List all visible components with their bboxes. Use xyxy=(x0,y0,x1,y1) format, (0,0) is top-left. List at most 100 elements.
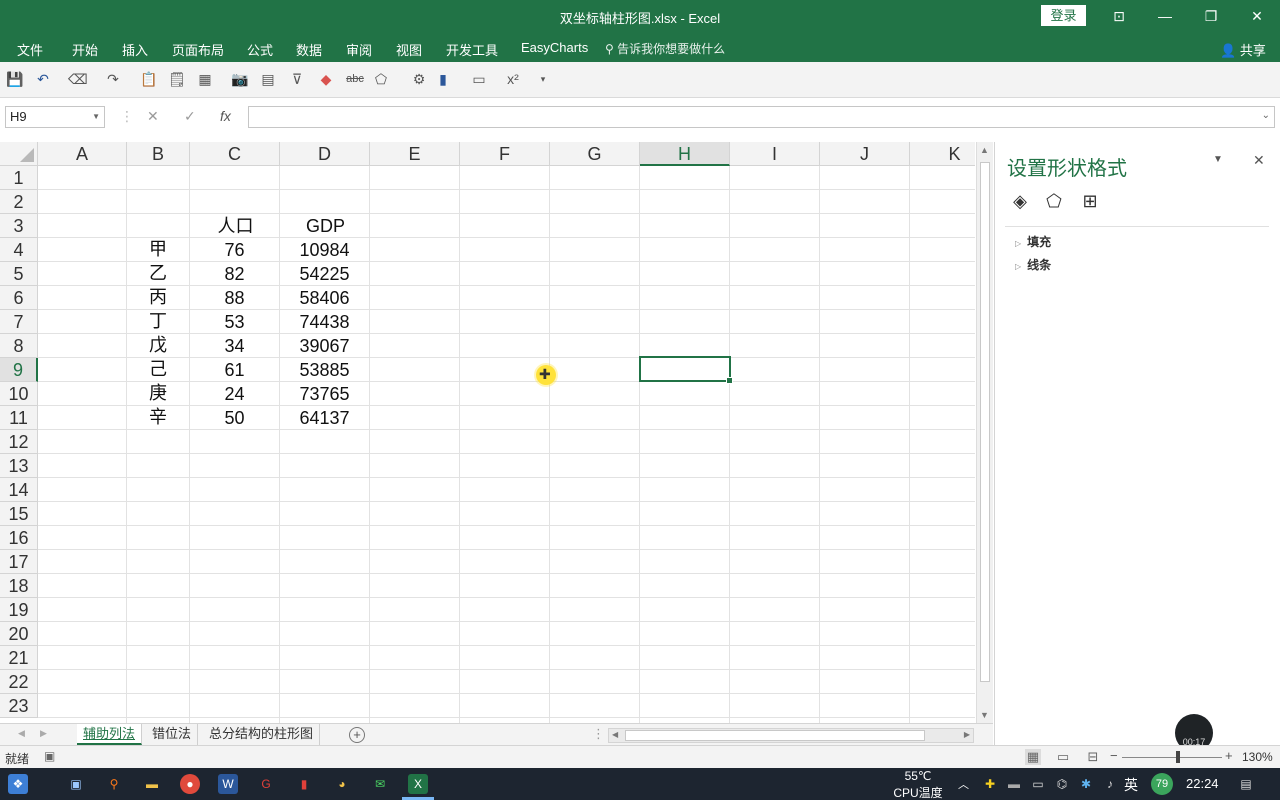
column-header-g[interactable]: G xyxy=(550,142,640,166)
settings-icon[interactable]: ⚙ xyxy=(410,70,428,88)
row-header-3[interactable]: 3 xyxy=(0,214,38,238)
cell-c6[interactable]: 88 xyxy=(190,286,279,310)
cell-d7[interactable]: 74438 xyxy=(280,310,369,334)
table-icon[interactable]: ▦ xyxy=(196,70,214,88)
cell-d4[interactable]: 10984 xyxy=(280,238,369,262)
cancel-icon[interactable]: ✕ xyxy=(147,108,159,125)
row-header-12[interactable]: 12 xyxy=(0,430,38,454)
paste-values-icon[interactable]: 🗒 xyxy=(168,70,186,88)
column-header-e[interactable]: E xyxy=(370,142,460,166)
worksheet-grid[interactable]: ABCDEFGHIJK 1 2 3 4 5 6 7 8 9 10 11 12 13 14 15 16 17 18 1… xyxy=(0,142,975,723)
row-header-1[interactable]: 1 xyxy=(0,166,38,190)
login-button[interactable]: 登录 xyxy=(1041,5,1086,26)
column-header-b[interactable]: B xyxy=(127,142,190,166)
minimize-icon[interactable]: — xyxy=(1142,0,1188,32)
row-header-4[interactable]: 4 xyxy=(0,238,38,262)
row-header-9[interactable]: 9 xyxy=(0,358,38,382)
cell-b9[interactable]: 己 xyxy=(127,358,189,382)
scroll-thumb[interactable] xyxy=(980,162,990,682)
network-icon[interactable]: ⌬ xyxy=(1052,774,1072,794)
effects-icon[interactable]: ⬠ xyxy=(1043,190,1065,212)
row-header-14[interactable]: 14 xyxy=(0,478,38,502)
column-header-j[interactable]: J xyxy=(820,142,910,166)
save-icon[interactable]: 💾 xyxy=(6,70,24,88)
row-header-20[interactable]: 20 xyxy=(0,622,38,646)
add-sheet-button[interactable]: + xyxy=(349,727,365,743)
zoom-slider-knob[interactable] xyxy=(1176,751,1180,763)
scroll-down-icon[interactable]: ▼ xyxy=(980,710,989,720)
tray-device-icon[interactable]: ▬ xyxy=(1004,774,1024,794)
cell-c8[interactable]: 34 xyxy=(190,334,279,358)
start-icon[interactable]: ❖ xyxy=(8,774,28,794)
zoom-slider[interactable] xyxy=(1122,757,1222,758)
row-header-16[interactable]: 16 xyxy=(0,526,38,550)
cell-b6[interactable]: 丙 xyxy=(127,286,189,310)
column-header-f[interactable]: F xyxy=(460,142,550,166)
panel-close-icon[interactable]: ✕ xyxy=(1253,152,1265,169)
insert-function-icon[interactable]: fx xyxy=(220,108,231,124)
cell-b5[interactable]: 乙 xyxy=(127,262,189,286)
chart-icon[interactable]: ▮ xyxy=(434,70,452,88)
cell-d5[interactable]: 54225 xyxy=(280,262,369,286)
section-fill[interactable]: ▷ 填充 xyxy=(1015,233,1051,250)
sheet-tab-2[interactable]: 错位法 xyxy=(146,724,199,745)
tray-expand-icon[interactable]: ︿ xyxy=(958,776,969,792)
scroll-right-icon[interactable]: ▶ xyxy=(964,730,970,739)
row-header-23[interactable]: 23 xyxy=(0,694,38,718)
camera-icon[interactable]: 📷 xyxy=(231,70,249,88)
security-badge[interactable]: 79 xyxy=(1151,773,1173,795)
eraser-icon[interactable]: ◆ xyxy=(317,70,335,88)
bluetooth-icon[interactable]: ✱ xyxy=(1076,774,1096,794)
form-icon[interactable]: ▤ xyxy=(259,70,277,88)
cell-d10[interactable]: 73765 xyxy=(280,382,369,406)
row-header-11[interactable]: 11 xyxy=(0,406,38,430)
paste-icon[interactable]: 📋 xyxy=(140,70,158,88)
cell-c9[interactable]: 61 xyxy=(190,358,279,382)
next-sheet-icon[interactable]: ▶ xyxy=(40,728,47,739)
cell-d3[interactable]: GDP xyxy=(281,214,370,238)
page-break-view-icon[interactable]: ⊟ xyxy=(1085,749,1101,765)
volume-icon[interactable]: ♪ xyxy=(1100,774,1120,794)
column-header-k[interactable]: K xyxy=(910,142,975,166)
tell-me-search[interactable]: ⚲ 告诉我你想要做什么 xyxy=(605,40,725,57)
hscroll-thumb[interactable] xyxy=(625,730,925,741)
page-layout-view-icon[interactable]: ▭ xyxy=(1055,749,1071,765)
cell-b10[interactable]: 庚 xyxy=(127,382,189,406)
filter-icon[interactable]: ⊽ xyxy=(288,70,306,88)
paint-icon[interactable]: ◕ xyxy=(332,774,352,794)
cell-c11[interactable]: 50 xyxy=(190,406,279,430)
cell-d9[interactable]: 53885 xyxy=(280,358,369,382)
column-header-c[interactable]: C xyxy=(190,142,280,166)
redo-icon[interactable]: ↷ xyxy=(104,70,122,88)
tab-easycharts[interactable]: EasyCharts xyxy=(521,40,588,55)
cell-c7[interactable]: 53 xyxy=(190,310,279,334)
superscript-icon[interactable]: x² xyxy=(504,70,522,88)
row-header-5[interactable]: 5 xyxy=(0,262,38,286)
excel-icon[interactable]: X xyxy=(408,774,428,794)
word-icon[interactable]: W xyxy=(218,774,238,794)
size-properties-icon[interactable]: ⊞ xyxy=(1079,190,1101,212)
formula-input[interactable]: ⌄ xyxy=(248,106,1275,128)
tab-developer[interactable]: 开发工具 xyxy=(446,40,498,59)
customize-qat-icon[interactable]: ▾ xyxy=(534,70,552,88)
ribbon-display-options-icon[interactable]: ⊡ xyxy=(1096,0,1142,32)
ime-indicator[interactable]: 英 xyxy=(1124,775,1138,795)
sheet-tab-active[interactable]: 辅助列法 xyxy=(77,724,143,745)
chrome-icon[interactable]: ● xyxy=(180,774,200,794)
tab-formulas[interactable]: 公式 xyxy=(247,40,273,59)
normal-view-icon[interactable]: ▦ xyxy=(1025,749,1041,765)
zoom-in-icon[interactable]: + xyxy=(1225,748,1233,763)
restore-icon[interactable]: ❐ xyxy=(1188,0,1234,32)
row-header-2[interactable]: 2 xyxy=(0,190,38,214)
scroll-up-icon[interactable]: ▲ xyxy=(980,145,989,155)
cell-c10[interactable]: 24 xyxy=(190,382,279,406)
shapes-icon[interactable]: ⬠ xyxy=(372,70,390,88)
section-line[interactable]: ▷ 线条 xyxy=(1015,256,1051,273)
row-header-22[interactable]: 22 xyxy=(0,670,38,694)
row-header-17[interactable]: 17 xyxy=(0,550,38,574)
wechat-icon[interactable]: ✉ xyxy=(370,774,390,794)
enter-icon[interactable]: ✓ xyxy=(184,108,196,125)
vertical-scrollbar[interactable]: ▲ ▼ xyxy=(976,142,993,723)
fill-line-icon[interactable]: ◈ xyxy=(1009,190,1031,212)
expand-formula-icon[interactable]: ⌄ xyxy=(1262,110,1270,121)
